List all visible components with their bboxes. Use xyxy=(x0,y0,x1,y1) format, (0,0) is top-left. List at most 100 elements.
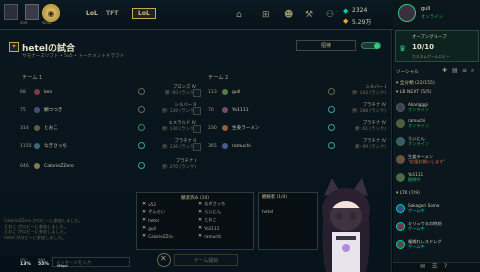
friend-status: オンライン xyxy=(408,123,429,128)
friend-item[interactable]: Yo1111 観戦中 xyxy=(396,170,480,184)
player-avatar xyxy=(34,163,40,169)
ban-name: ぞんせい xyxy=(148,209,165,214)
player-avatar xyxy=(34,143,40,149)
player-rank: プラチナ I 勝: 270 (ランク) xyxy=(140,159,196,171)
ban-name: gull xyxy=(148,225,156,231)
profile-icon[interactable]: ☻ xyxy=(284,10,293,20)
swap-team-button[interactable] xyxy=(193,125,201,133)
rank-tier: プラチナ IV xyxy=(362,103,386,108)
player-level: 68 xyxy=(20,89,26,95)
close-icon: ✕ xyxy=(198,217,203,223)
party-icon: ♛ xyxy=(399,44,407,53)
play-button[interactable]: ◉ xyxy=(42,4,60,22)
close-icon: ✕ xyxy=(198,225,203,231)
chat-line: hetel がロビーに参加しました。 xyxy=(4,234,67,240)
currency-blue-icon: ◆ xyxy=(343,7,349,15)
swap-team-button[interactable] xyxy=(193,89,201,97)
friend-avatar xyxy=(396,203,405,213)
player-avatar xyxy=(222,89,228,95)
rank-tier: エメラルド IV xyxy=(168,121,196,126)
ban-item: ✕ なぎさっち xyxy=(198,201,225,207)
friend-item[interactable]: Sakagori Soma ゲーム中 xyxy=(396,201,480,215)
player-avatar xyxy=(34,107,40,113)
spectators-header: 観戦者 (1/4) xyxy=(262,195,288,200)
perf-ram: RAM 55% xyxy=(38,258,49,267)
ban-item: ✕ CalorieZZro xyxy=(142,233,173,239)
player-rank: エメラルド IV 勝: 130 (ランク) xyxy=(140,121,196,133)
tool-label-1: ZOR xyxy=(20,21,28,25)
player-level: 113 xyxy=(208,89,217,95)
invite-button[interactable]: 招待 xyxy=(296,40,356,51)
app-icon-1[interactable] xyxy=(4,4,18,20)
friend-item[interactable]: 生姜ラーメン "応援お願いします" xyxy=(396,152,480,166)
friend-item[interactable]: キリュウるの時刻 ゲーム中 xyxy=(396,219,480,233)
player-rank: ブロンズ IV 勝: 60 (ランク) xyxy=(140,85,196,97)
friend-status: ゲーム中 xyxy=(408,208,425,213)
team2-label: チーム 2 xyxy=(208,75,229,81)
player-name: とおこ xyxy=(44,126,58,131)
lobby-subtitle: サモナーズリフト • 5v5 • トーナメントドラフト xyxy=(22,54,125,59)
friend-avatar xyxy=(396,154,405,164)
friend-item[interactable]: Akarigggi オンライン xyxy=(396,100,480,114)
toggle-switch[interactable] xyxy=(361,42,381,49)
friend-item[interactable]: ramuchi オンライン xyxy=(396,116,480,130)
help-icon[interactable]: ? xyxy=(444,263,447,270)
home-icon[interactable]: ⌂ xyxy=(236,10,242,20)
perf-cpu-value: 13% xyxy=(20,262,31,267)
currency-orange-icon: ◆ xyxy=(343,17,349,25)
tab-lol[interactable]: LoL xyxy=(86,10,98,17)
user-avatar[interactable] xyxy=(398,4,416,22)
friend-avatar xyxy=(396,221,405,231)
ban-name: ramuchi xyxy=(204,233,222,239)
swap-team-button[interactable] xyxy=(193,107,201,115)
friend-status: オンライン xyxy=(408,107,429,112)
ban-name: Yo1111 xyxy=(204,225,220,231)
add-friend-icon[interactable]: ✚ xyxy=(442,67,447,74)
user-name: gull xyxy=(421,6,431,12)
player-rank: シルバー I 勝: 143 (ランク) xyxy=(330,85,386,97)
player-avatar xyxy=(34,89,40,95)
chat-icon[interactable]: ✉ xyxy=(420,263,425,270)
group-ltk[interactable]: ▾ LTK (7/9) xyxy=(396,191,420,196)
rank-lp: 勝: 143 (ランク) xyxy=(352,91,386,96)
player-name: Yo1111 xyxy=(232,107,249,113)
friend-status: ゲーム中 xyxy=(408,226,425,231)
friend-avatar xyxy=(396,172,405,182)
swap-team-button[interactable] xyxy=(193,143,201,151)
ban-name: なぎさっち xyxy=(204,201,226,206)
tab-tft[interactable]: TFT xyxy=(106,10,118,17)
player-level: 230 xyxy=(208,125,217,131)
group-all[interactable]: ▾ 全分類 (22/155) xyxy=(396,80,435,86)
tab-lol-active[interactable]: LoL xyxy=(132,8,156,19)
ban-name: v52 xyxy=(148,201,157,207)
perf-net: Mbps xyxy=(57,264,68,268)
player-avatar xyxy=(222,107,228,113)
folder-icon[interactable]: ▤ xyxy=(452,67,458,74)
player-name: gull xyxy=(232,89,241,95)
rank-tier: シルバー I xyxy=(365,85,386,90)
player-rank: プラチナ II 勝: 236 (ランク) xyxy=(140,139,196,151)
close-icon[interactable]: ✕ xyxy=(160,254,167,263)
friend-status: 観戦中 xyxy=(408,177,421,182)
search-icon[interactable]: ⌕ xyxy=(471,67,474,75)
vtuber-avatar-image xyxy=(322,178,370,272)
ban-item: ✕ gull xyxy=(142,225,156,231)
close-icon: ✕ xyxy=(142,201,147,207)
mission-icon[interactable]: ☰ xyxy=(432,263,437,270)
party-label: オープングループ xyxy=(412,35,447,40)
close-icon: ✕ xyxy=(142,225,147,231)
collection-icon[interactable]: ⊞ xyxy=(262,10,270,20)
player-avatar xyxy=(222,125,228,131)
player-level: 314 xyxy=(20,125,29,131)
friend-status: ゲーム中 xyxy=(408,244,425,249)
app-icon-2[interactable] xyxy=(25,4,39,20)
group-lb-next[interactable]: ▾ LB NEXT (5/5) xyxy=(396,90,432,95)
start-game-button[interactable]: ゲーム開始 xyxy=(174,254,238,266)
store-icon[interactable]: ⚇ xyxy=(326,10,334,20)
friend-item[interactable]: らいにん オンライン xyxy=(396,134,480,148)
currency-orange: 5.29万 xyxy=(352,19,372,26)
sort-icon[interactable]: ≡ xyxy=(462,67,467,74)
rank-lp: 勝: 139 (ランク) xyxy=(162,109,196,114)
loot-icon[interactable]: ⚒ xyxy=(305,10,313,20)
friend-item[interactable]: 複雑れレスドレグ ゲーム中 xyxy=(396,237,480,251)
